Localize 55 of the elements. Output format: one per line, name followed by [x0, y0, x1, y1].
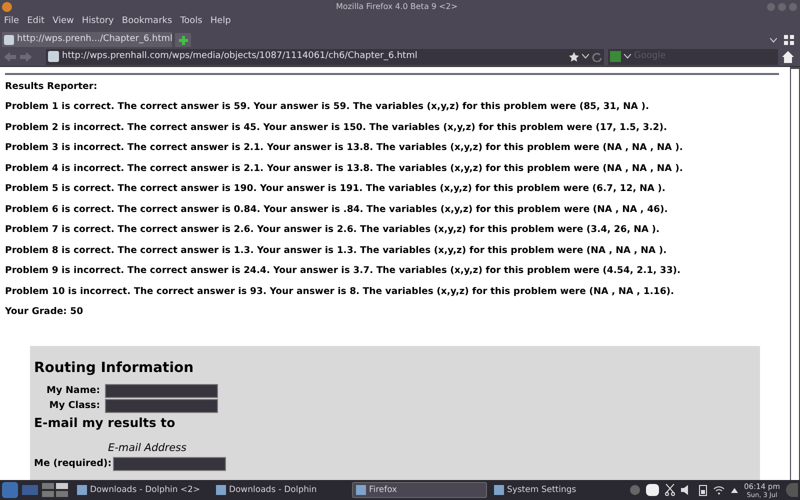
result-line: Problem 4 is incorrect. The correct answer is 2.1. Your answer is 13.8. The variables (x,y,z) for this problem were (NA , NA , NA ).	[5, 162, 684, 176]
start-menu-icon[interactable]	[2, 482, 18, 498]
menu-item[interactable]: Bookmarks	[122, 14, 172, 28]
text-input[interactable]	[105, 384, 218, 398]
browser-tab[interactable]: http://wps.prenh.../Chapter_6.html	[2, 32, 172, 47]
app-icon	[76, 485, 87, 495]
result-line: Problem 5 is correct. The correct answer is 190. Your answer is 191. The variables (x,y,z) for this problem were (6.7, 12, NA ).	[5, 182, 666, 196]
menu-item[interactable]: Help	[210, 14, 231, 28]
menu-item[interactable]: Tools	[180, 14, 202, 28]
plus-icon	[178, 36, 188, 44]
menu-item[interactable]: History	[82, 14, 114, 28]
grade-text: Your Grade: 50	[5, 305, 84, 319]
app-icon	[356, 485, 366, 495]
section-heading: E-mail my results to	[34, 414, 176, 432]
menu-item[interactable]: View	[52, 14, 74, 28]
text-input[interactable]	[105, 399, 218, 414]
taskbar-button[interactable]: Downloads - Dolphin	[212, 482, 348, 498]
section-heading: Routing Information	[34, 359, 195, 378]
result-line: Problem 10 is incorrect. The correct answer is 93. Your answer is 8. The variables (x,y,z) for this problem were (NA , NA , 1.16).	[5, 284, 676, 298]
new-tab-button[interactable]	[175, 33, 191, 47]
result-line: Problem 3 is incorrect. The correct answer is 2.1. Your answer is 13.8. The variables (x,y,z) for this problem were (NA , NA , NA ).	[5, 141, 684, 155]
field-label: My Class:	[48, 399, 101, 414]
address-bar[interactable]: http://wps.prenhall.com/wps/media/objects/1087/1114061/ch6/Chapter_6.html	[46, 48, 604, 64]
page-icon	[4, 34, 14, 44]
menu-item[interactable]: Edit	[27, 14, 44, 28]
home-icon[interactable]	[782, 50, 794, 62]
app-icon	[494, 485, 504, 495]
taskbar-button[interactable]: System Settings	[490, 482, 626, 498]
result-line: Problem 2 is incorrect. The correct answer is 45. Your answer is 150. The variables (x,y,z) for this problem were (17, 1.5, 3.2).	[5, 120, 668, 134]
results-heading: Results Reporter:	[5, 80, 98, 94]
page-icon	[48, 51, 59, 62]
search-engine-icon	[610, 51, 621, 62]
expand-arrow-icon[interactable]	[730, 488, 738, 492]
column-heading: E-mail Address	[108, 441, 188, 456]
window-title: Mozilla Firefox 4.0 Beta 9 <2>	[336, 2, 458, 12]
result-line: Problem 1 is correct. The correct answer is 59. Your answer is 59. The variables (x,y,z) for this problem were (85, 31, NA ).	[5, 100, 650, 114]
email-input[interactable]	[112, 457, 226, 472]
scrollbar[interactable]	[790, 67, 800, 480]
taskbar-button[interactable]: Firefox	[352, 482, 487, 498]
star-icon[interactable]	[569, 52, 579, 62]
result-line: Problem 9 is incorrect. The correct answer is 24.4. Your answer is 3.7. The variables (x,y,z) for this problem were (4.54, 2.1, 33).	[5, 264, 682, 278]
battery-icon[interactable]	[698, 484, 707, 496]
field-label: My Name:	[46, 384, 101, 398]
address-text: http://wps.prenhall.com/wps/media/objects/1087/1114061/ch6/Chapter_6.html	[62, 50, 418, 63]
scissors-icon[interactable]	[664, 484, 675, 496]
field-label: Me (required):	[34, 457, 113, 471]
result-line: Problem 7 is correct. The correct answer is 2.6. Your answer is 2.6. The variables (x,y,z) for this problem were (3.4, 26, NA ).	[5, 223, 661, 237]
taskbar-button[interactable]: Downloads - Dolphin <2>	[74, 482, 209, 498]
result-line: Problem 6 is correct. The correct answer is 0.84. Your answer is .84. The variables (x,y,z) for this problem were (NA , NA , 46).	[5, 202, 669, 216]
wifi-icon[interactable]	[712, 485, 725, 495]
tab-groups-icon[interactable]	[784, 35, 794, 45]
menu-item[interactable]: File	[4, 14, 20, 28]
pager-icon[interactable]	[42, 483, 70, 497]
result-line: Problem 8 is correct. The correct answer is 1.3. Your answer is 1.3. The variables (x,y,z) for this problem were (NA , NA , NA ).	[5, 244, 668, 258]
app-icon	[216, 485, 226, 495]
